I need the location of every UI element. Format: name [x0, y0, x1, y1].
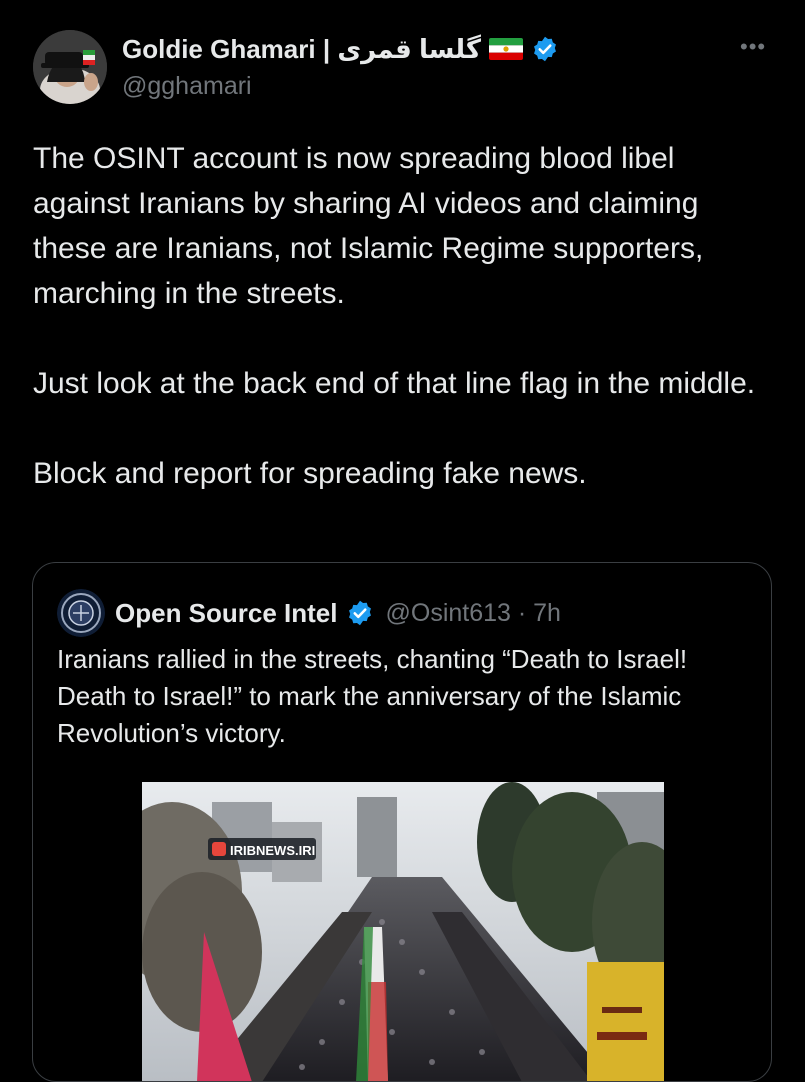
- quoted-tweet-header: Open Source Intel @Osint613 · 7h: [57, 589, 561, 637]
- tweet-paragraph: Just look at the back end of that line f…: [33, 367, 756, 400]
- quoted-author-handle-time[interactable]: @Osint613 · 7h: [386, 599, 561, 628]
- author-display-name[interactable]: Goldie Ghamari | گلسا قمری: [122, 34, 481, 65]
- author-avatar[interactable]: [33, 30, 107, 104]
- verified-badge-icon: [346, 599, 374, 627]
- tweet-paragraph: Block and report for spreading fake news…: [33, 457, 587, 490]
- tweet-paragraph: The OSINT account is now spreading blood…: [33, 142, 704, 310]
- video-watermark: IRIBNEWS.IRI: [230, 843, 315, 858]
- author-handle[interactable]: @gghamari: [122, 72, 252, 101]
- iran-lion-sun-flag-icon: [488, 38, 523, 60]
- quoted-tweet-card[interactable]: Open Source Intel @Osint613 · 7h Iranian…: [32, 562, 772, 1082]
- quoted-author-name[interactable]: Open Source Intel: [115, 598, 338, 629]
- quoted-tweet-video-thumbnail[interactable]: IRIBNEWS.IRI: [142, 782, 664, 1081]
- verified-badge-icon: [531, 35, 559, 63]
- author-name-row: Goldie Ghamari | گلسا قمری: [122, 31, 559, 67]
- quoted-tweet-text: Iranians rallied in the streets, chantin…: [57, 644, 688, 748]
- tweet-text: The OSINT account is now spreading blood…: [33, 136, 778, 496]
- quoted-author-avatar[interactable]: [57, 589, 105, 637]
- more-options-icon[interactable]: •••: [740, 34, 766, 60]
